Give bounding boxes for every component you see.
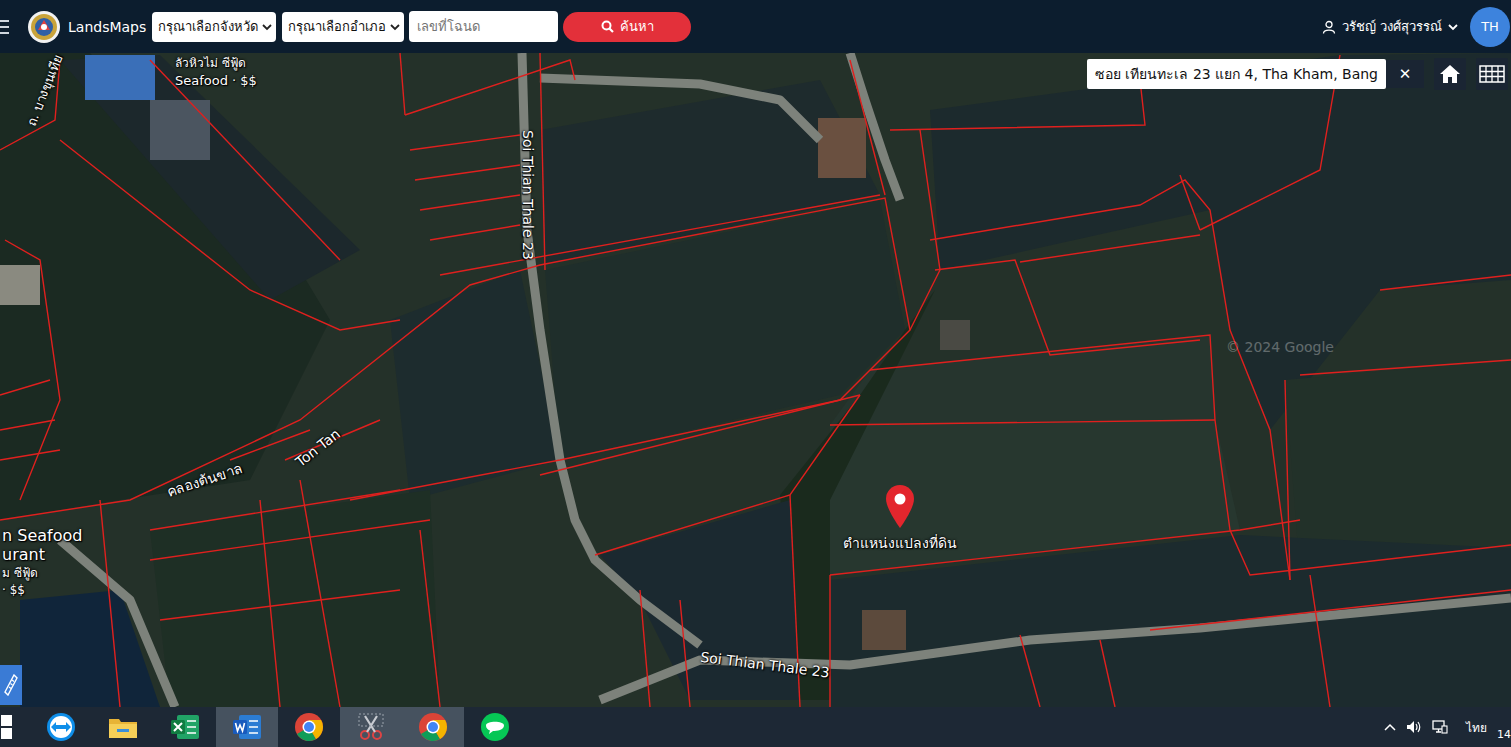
excel-icon: [169, 711, 201, 743]
map-label: Seafood · $$: [175, 73, 257, 89]
map-search-value: ซอย เทียนทะเล 23 แยก 4, Tha Kham, Bang: [1095, 63, 1378, 85]
home-button[interactable]: [1434, 58, 1466, 90]
search-button[interactable]: ค้นหา: [563, 12, 691, 42]
start-icon: [0, 711, 20, 743]
district-select[interactable]: กรุณาเลือกอำเภอ: [282, 12, 404, 42]
system-tray: ไทย 14: [1384, 707, 1511, 747]
language-button[interactable]: TH: [1470, 7, 1510, 47]
taskbar-app[interactable]: [340, 707, 402, 747]
satellite-imagery[interactable]: [0, 53, 1511, 707]
chevron-down-icon: [1448, 22, 1458, 32]
top-navbar: LandsMaps กรุณาเลือกจังหวัด กรุณาเลือกอำเภ…: [0, 0, 1511, 53]
menu-line: [0, 32, 9, 34]
taskbar: ไทย 14: [0, 707, 1511, 747]
grid-button[interactable]: [1476, 58, 1508, 90]
speaker-icon[interactable]: [1406, 720, 1422, 734]
map-label: © 2024 Google: [1226, 339, 1334, 356]
map-label: · $$: [2, 583, 25, 597]
menu-line: [0, 20, 9, 22]
taskbar-app[interactable]: [92, 707, 154, 747]
map[interactable]: Soi Thian Thale 23Soi Thian Thale 23คลอง…: [0, 53, 1511, 707]
line-icon: [479, 711, 511, 743]
brand-name[interactable]: LandsMaps: [68, 19, 146, 35]
menu-line: [0, 26, 9, 28]
network-icon[interactable]: [1432, 720, 1448, 734]
map-label: Ton Tan: [292, 425, 343, 470]
taskbar-app[interactable]: [278, 707, 340, 747]
grid-icon: [1479, 65, 1505, 83]
map-controls: ซอย เทียนทะเล 23 แยก 4, Tha Kham, Bang ✕: [1087, 58, 1508, 90]
pin-label: ตำแหน่งแปลงที่ดิน: [843, 535, 957, 552]
map-label: ม ซีฟู้ด: [2, 566, 38, 580]
province-select-value: กรุณาเลือกจังหวัด: [158, 16, 258, 37]
taskbar-app[interactable]: [464, 707, 526, 747]
district-select-value: กรุณาเลือกอำเภอ: [288, 16, 386, 37]
deed-number-input[interactable]: [409, 11, 558, 42]
magnifier-icon: [601, 20, 614, 33]
map-label: Soi Thian Thale 23: [520, 130, 537, 260]
user-menu[interactable]: วรัชญ์ วงศ์สุวรรณ์: [1322, 16, 1458, 37]
home-icon: [1439, 64, 1461, 84]
search-button-label: ค้นหา: [620, 16, 654, 37]
map-label: n Seafood: [2, 526, 82, 545]
explorer-icon: [107, 711, 139, 743]
dropdown-caret-icon: [262, 22, 272, 32]
chrome-icon: [417, 711, 449, 743]
user-icon: [1322, 20, 1336, 34]
location-pin-icon[interactable]: [883, 483, 917, 529]
chrome-icon: [293, 711, 325, 743]
measure-tool-button[interactable]: [0, 665, 22, 705]
menu-icon[interactable]: [0, 20, 9, 34]
input-language[interactable]: ไทย: [1466, 718, 1487, 737]
map-search-box[interactable]: ซอย เทียนทะเล 23 แยก 4, Tha Kham, Bang: [1087, 59, 1386, 89]
dropdown-caret-icon: [390, 22, 400, 32]
map-label: ลัวหิวไม่ ซีฟู้ด: [175, 56, 246, 70]
ruler-icon: [4, 674, 18, 696]
teamviewer-icon: [45, 711, 77, 743]
dol-logo-icon[interactable]: [27, 10, 61, 44]
taskbar-app[interactable]: [402, 707, 464, 747]
map-label: urant: [2, 545, 45, 564]
snipping-icon: [355, 711, 387, 743]
word-icon: [231, 711, 263, 743]
taskbar-app[interactable]: [216, 707, 278, 747]
clock[interactable]: 14: [1497, 728, 1511, 741]
province-select[interactable]: กรุณาเลือกจังหวัด: [152, 12, 276, 42]
taskbar-app[interactable]: [154, 707, 216, 747]
taskbar-app[interactable]: [30, 707, 92, 747]
user-name: วรัชญ์ วงศ์สุวรรณ์: [1342, 16, 1442, 37]
chevron-up-icon[interactable]: [1384, 722, 1396, 732]
taskbar-app[interactable]: [0, 707, 30, 747]
clear-search-button[interactable]: ✕: [1386, 60, 1424, 88]
